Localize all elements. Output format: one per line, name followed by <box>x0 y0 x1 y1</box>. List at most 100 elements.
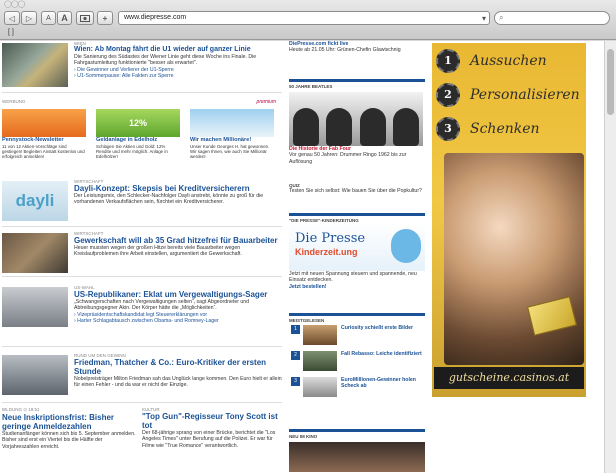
promo-edelholz[interactable]: 12% Geldanlage in Edelholz Schlagen Sie … <box>96 109 180 160</box>
most-read-title[interactable]: Fall Rebasso: Leiche identifiziert <box>341 351 423 357</box>
article-inskription[interactable]: BILDUNG ⊙ 18:51 Neue Inskriptionsfrist: … <box>2 407 136 450</box>
order-link[interactable]: Jetzt bestellen! <box>289 284 425 290</box>
politician-photo[interactable] <box>2 287 68 327</box>
article-teaser: Heuer mussten wegen der großen Hitze ber… <box>74 245 242 258</box>
promo-badge: 12% <box>128 118 147 128</box>
article-teaser: Der Leistungsmix, den Schlecker-Nachfolg… <box>74 193 264 206</box>
ad-step-label: Schenken <box>470 121 540 137</box>
most-read-title[interactable]: EuroMillionen-Gewinner holen Scheck ab <box>341 377 423 390</box>
beatles-text: Vor genau 50 Jahren: Drummer Ringo 1962 … <box>289 152 407 165</box>
font-smaller-button[interactable]: A <box>41 11 56 25</box>
quiz-box[interactable]: QUIZ Testen Sie sich selbst: Wie bauen S… <box>289 181 425 194</box>
live-chat-teaser[interactable]: DiePresse.com fickt live Heute ab 21.05 … <box>289 41 425 54</box>
article-bauarbeiter[interactable]: WIRTSCHAFT Gewerkschaft will ab 35 Grad … <box>2 231 282 277</box>
friedman-photo[interactable] <box>2 355 68 395</box>
most-read-item[interactable]: 3 EuroMillionen-Gewinner holen Scheck ab <box>291 377 423 397</box>
search-field[interactable]: ⌕ <box>494 11 610 25</box>
box-heading: NEU IM KINO <box>289 429 425 439</box>
promo-text: 11 von 12 Aktien-Vorschläge sind gestieg… <box>2 144 85 160</box>
article-headline[interactable]: Neue Inskriptionsfrist: Bisher geringe A… <box>2 413 136 431</box>
article-teaser: Nobelpreisträger Milton Friedman sah das… <box>74 376 282 389</box>
article-headline[interactable]: Dayli-Konzept: Skepsis bei Kreditversich… <box>74 184 282 193</box>
kino-box[interactable]: NEU IM KINO <box>289 429 425 472</box>
add-bookmark-button[interactable]: + <box>97 11 113 25</box>
promo-image[interactable]: 12% <box>96 109 180 137</box>
article-dayli[interactable]: dayli WIRTSCHAFT Dayli-Konzept: Skepsis … <box>2 179 282 227</box>
back-button[interactable]: ◁ <box>4 11 20 25</box>
web-page: WIEN Wien: Ab Montag fährt die U1 wieder… <box>0 41 604 473</box>
ad-strip-header: WERBUNG premium <box>2 99 282 105</box>
article-us-republikaner[interactable]: US-WAHL US-Republikaner: Eklat um Vergew… <box>2 285 282 347</box>
article-teaser: Der 68-jährige sprang von einer Brücke, … <box>142 430 276 449</box>
box-heading: MEISTGELESEN <box>289 313 425 323</box>
ad-step-label: Personalisieren <box>470 87 580 103</box>
box-heading: 50 JAHRE BEATLES <box>289 79 425 89</box>
article-teaser: „Schwangerschaften nach Vergewaltigungen… <box>74 299 250 312</box>
vertical-scrollbar[interactable] <box>604 41 616 473</box>
article-headline[interactable]: Gewerkschaft will ab 35 Grad hitzefrei f… <box>74 236 282 245</box>
kinderzeitung-box[interactable]: "DIE PRESSE"-KINDERZEITUNG Die Presse Ki… <box>289 213 425 290</box>
browser-toolbar: ◯◯◯ ◁ ▷ A A + www.diepresse.com ▾ ⌕ [ ] <box>0 0 616 40</box>
box-heading: QUIZ <box>289 183 300 188</box>
address-bar[interactable]: www.diepresse.com <box>118 11 490 25</box>
most-read-item[interactable]: 2 Fall Rebasso: Leiche identifiziert <box>291 351 423 371</box>
rank-badge: 3 <box>291 377 300 386</box>
construction-photo[interactable] <box>2 233 68 273</box>
kino-image[interactable] <box>289 442 425 472</box>
meistgelesen-box: MEISTGELESEN <box>289 313 425 323</box>
news-column: WIEN Wien: Ab Montag fährt die U1 wieder… <box>0 41 284 473</box>
scrollbar-thumb[interactable] <box>607 49 614 115</box>
promo-image[interactable] <box>2 109 86 137</box>
window-controls[interactable]: ◯◯◯ <box>4 0 25 8</box>
ad-step: 2 Personalisieren <box>436 83 586 107</box>
article-headline[interactable]: Friedman, Thatcher & Co.: Euro-Kritiker … <box>74 358 282 376</box>
casino-chip-icon: 2 <box>436 83 460 107</box>
ad-step-label: Aussuchen <box>470 53 547 69</box>
article-headline[interactable]: "Top Gun"-Regisseur Tony Scott ist tot <box>142 412 282 430</box>
most-read-title[interactable]: Curiosity schießt erste Bilder <box>341 325 423 331</box>
casino-voucher-ad[interactable]: 1 Aussuchen 2 Personalisieren 3 Schenken… <box>432 43 586 397</box>
partner-logo: premium <box>256 99 276 105</box>
forward-button[interactable]: ▷ <box>21 11 37 25</box>
promo-image[interactable] <box>190 109 274 137</box>
bookmarks-bar-icon[interactable]: [ ] <box>8 29 14 36</box>
box-heading: "DIE PRESSE"-KINDERZEITUNG <box>289 213 425 223</box>
live-chat-text: Heute ab 21.05 Uhr: Grünen-Chefin Glawis… <box>289 47 401 54</box>
subway-photo[interactable] <box>2 43 68 87</box>
most-read-thumb[interactable] <box>303 377 337 397</box>
related-link[interactable]: › U1-Sommerpause: Alle Fakten zur Sperre <box>74 73 282 79</box>
promo-text: Unser Kunde Georges H. hat gewonnen. Wir… <box>190 144 270 160</box>
screenshot-icon[interactable] <box>76 11 94 25</box>
article-headline[interactable]: Wien: Ab Montag fährt die U1 wieder auf … <box>74 46 282 54</box>
dayli-logo-image[interactable]: dayli <box>2 181 68 221</box>
promo-text: Schlagen Sie Aktien und Gold: 12% Rendit… <box>96 144 168 160</box>
beatles-photo[interactable] <box>289 92 423 146</box>
rank-badge: 2 <box>291 351 300 360</box>
ad-step: 3 Schenken <box>436 117 586 141</box>
most-read-item[interactable]: 1 Curiosity schießt erste Bilder <box>291 325 423 345</box>
promo-pennystock[interactable]: Pennystock-Newsletter 11 von 12 Aktien-V… <box>2 109 86 160</box>
article-teaser: Studienanfänger können sich bis 5. Septe… <box>2 431 136 450</box>
kinderzeitung-logo[interactable]: Die Presse Kinderzeit.ung <box>289 223 425 271</box>
related-link[interactable]: › Harter Schlagabtausch zwischen Obama- … <box>74 318 282 324</box>
promo-millionaere[interactable]: Wir machen Millionäre! Unser Kunde Georg… <box>190 109 274 160</box>
article-friedman[interactable]: RUND UM DEN GEWINN Friedman, Thatcher & … <box>2 353 282 403</box>
mascot-icon <box>391 229 421 263</box>
font-larger-button[interactable]: A <box>57 11 72 25</box>
werbung-label: WERBUNG <box>2 99 26 104</box>
most-read-thumb[interactable] <box>303 325 337 345</box>
rank-badge: 1 <box>291 325 300 334</box>
promo-title[interactable]: Wir machen Millionäre! <box>190 137 274 144</box>
promo-title[interactable]: Geldanlage in Edelholz <box>96 137 180 144</box>
kinderzeitung-text: Jetzt mit neuen Spannung steuern und spa… <box>289 271 417 284</box>
ad-url[interactable]: gutscheine.casinos.at <box>434 367 584 389</box>
quiz-text: Testen Sie sich selbst: Wie bauen Sie üb… <box>289 188 422 194</box>
top-story[interactable]: WIEN Wien: Ab Montag fährt die U1 wieder… <box>2 41 282 93</box>
promo-title[interactable]: Pennystock-Newsletter <box>2 137 86 144</box>
couple-photo <box>444 153 584 365</box>
ad-step: 1 Aussuchen <box>436 49 586 73</box>
article-headline[interactable]: US-Republikaner: Eklat um Vergewaltigung… <box>74 290 282 299</box>
beatles-box[interactable]: 50 JAHRE BEATLES Die Historie der Fab Fo… <box>289 79 425 165</box>
article-tony-scott[interactable]: KULTUR "Top Gun"-Regisseur Tony Scott is… <box>142 407 282 449</box>
most-read-thumb[interactable] <box>303 351 337 371</box>
